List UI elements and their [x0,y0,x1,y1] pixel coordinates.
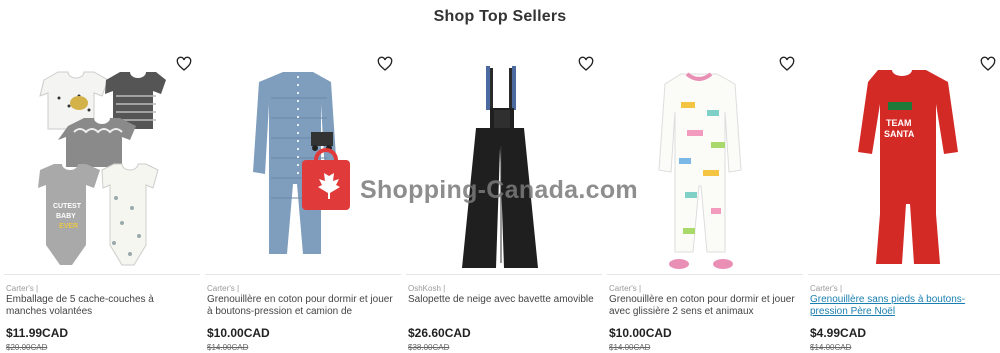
product-original-price: $14.00CAD [207,343,249,352]
product-card[interactable]: CUTEST BABY EVER Carter's | Emballage de… [4,48,200,353]
product-price: $11.99CAD [6,326,69,340]
svg-text:EVER: EVER [59,223,78,230]
product-original-price: $20.00CAD [6,343,48,352]
divider [205,274,401,275]
heart-icon[interactable] [779,56,795,72]
product-grid: CUTEST BABY EVER Carter's | Emballage de… [0,48,1000,353]
product-image[interactable] [607,58,803,273]
product-card[interactable]: Carter's | Grenouillère en coton pour do… [205,48,401,353]
divider [4,274,200,275]
product-original-price: $14.00CAD [810,343,852,352]
svg-text:CUTEST: CUTEST [53,203,82,210]
product-brand: Carter's | [6,284,39,293]
heart-icon[interactable] [578,56,594,72]
product-card[interactable]: Carter's | Grenouillère en coton pour do… [607,48,803,353]
product-brand: Carter's | [609,284,642,293]
product-price: $10.00CAD [207,326,270,340]
product-price: $4.99CAD [810,326,867,340]
product-original-price: $38.00CAD [408,343,450,352]
product-brand: OshKosh | [408,284,446,293]
product-image[interactable]: CUTEST BABY EVER [4,58,200,273]
heart-icon[interactable] [377,56,393,72]
product-original-price: $14.00CAD [609,343,651,352]
product-brand: Carter's | [810,284,843,293]
svg-text:SANTA: SANTA [884,129,915,139]
product-name-link[interactable]: Grenouillère sans pieds à boutons-pressi… [810,294,1000,318]
svg-text:BABY: BABY [56,213,76,220]
product-price: $26.60CAD [408,326,471,340]
product-image[interactable] [205,58,401,273]
product-name[interactable]: Grenouillère en coton pour dormir et jou… [207,294,397,318]
product-image[interactable]: TEAM SANTA [808,58,1000,273]
divider [808,274,1000,275]
section-title: Shop Top Sellers [433,8,567,25]
product-name[interactable]: Salopette de neige avec bavette amovible [408,294,598,306]
product-name[interactable]: Emballage de 5 cache-couches à manches v… [6,294,196,318]
product-image[interactable] [406,58,602,273]
product-price: $10.00CAD [609,326,672,340]
heart-icon[interactable] [980,56,996,72]
svg-text:TEAM: TEAM [886,118,912,128]
heart-icon[interactable] [176,56,192,72]
product-card[interactable]: OshKosh | Salopette de neige avec bavett… [406,48,602,353]
divider [607,274,803,275]
divider [406,274,602,275]
product-brand: Carter's | [207,284,240,293]
product-card[interactable]: TEAM SANTA Carter's | Grenouillère sans … [808,48,1000,353]
product-name[interactable]: Grenouillère en coton pour dormir et jou… [609,294,799,318]
